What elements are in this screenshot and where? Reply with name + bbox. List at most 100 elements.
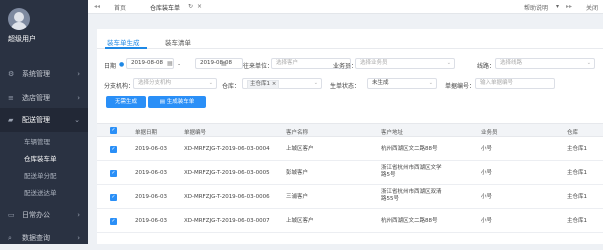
cell-sales: 小号 <box>481 146 493 152</box>
route-label: 线路： <box>477 63 496 70</box>
cell-customer: 上城区客户 <box>286 218 314 224</box>
chevron-right-icon: › <box>77 211 80 219</box>
bars-icon: ≡ <box>8 94 14 102</box>
chevron-right-icon: › <box>77 94 80 102</box>
cell-sales: 小号 <box>481 194 493 200</box>
table-header: ✓ 单据日期 单据编号 客户名称 客户地址 业务员 仓库 <box>97 123 603 137</box>
col-address[interactable]: 客户地址 <box>381 128 403 136</box>
chevron-down-icon: ⌄ <box>74 116 80 124</box>
table-row[interactable]: ✓ 2019-06-03 XD-MRFZJG-T-2019-06-03-0005… <box>97 161 603 185</box>
cell-warehouse: 主仓库1 <box>567 146 587 152</box>
back-icon[interactable]: ◂◂ <box>94 3 100 10</box>
sidebar-subitem-loading[interactable]: 仓库装车单 <box>24 153 57 163</box>
row-checkbox[interactable]: ✓ <box>110 218 117 225</box>
sidebar-subitem-assign[interactable]: 配送单分配 <box>24 170 57 180</box>
refresh-icon[interactable]: ↻ <box>188 3 193 10</box>
cell-date: 2019-06-03 <box>135 194 167 200</box>
sidebar-subitem-delivered[interactable]: 配送送达单 <box>24 187 57 197</box>
search-icon: ⌕ <box>8 233 12 242</box>
cell-address: 杭州西湖区文二路88号 <box>381 146 438 152</box>
tab-home[interactable]: 首页 <box>114 3 126 12</box>
row-checkbox[interactable]: ✓ <box>110 194 117 201</box>
cell-customer: 上城区客户 <box>286 146 314 152</box>
calendar-icon[interactable]: ▦ <box>221 60 227 67</box>
status-label: 生单状态： <box>330 83 361 90</box>
sidebar-item-store[interactable]: ≡ 选店管理 › <box>0 86 88 110</box>
cell-warehouse: 主仓库1 <box>567 194 587 200</box>
cell-date: 2019-06-03 <box>135 170 167 176</box>
calendar-icon[interactable]: ▦ <box>167 60 173 67</box>
col-customer[interactable]: 客户名称 <box>286 128 308 136</box>
route-select[interactable]: 选择线路 ⌄ <box>495 58 595 69</box>
table-row[interactable]: ✓ 2019-06-03 XD-MRFZJG-T-2019-06-03-0006… <box>97 185 603 209</box>
cell-address: 浙江省杭州市西湖区文学路5号 <box>381 165 442 178</box>
chevron-down-icon: ⌄ <box>208 80 213 86</box>
date-separator: - <box>178 61 181 68</box>
chevron-down-icon: ▾ <box>556 3 560 10</box>
sidebar-item-label: 数据查询 <box>22 234 50 242</box>
tab-generate[interactable]: 装车单生成 <box>107 37 140 47</box>
avatar[interactable] <box>8 8 30 30</box>
warehouse-label: 仓库： <box>222 83 241 90</box>
tab-loading-order[interactable]: 仓库装车单 <box>150 3 180 12</box>
cell-billno: XD-MRFZJG-T-2019-06-03-0005 <box>184 170 270 176</box>
select-all-checkbox[interactable]: ✓ <box>110 127 117 134</box>
cell-date: 2019-06-03 <box>135 146 167 152</box>
col-billno[interactable]: 单据编号 <box>184 128 206 136</box>
close-icon[interactable]: × <box>197 3 202 10</box>
no-generate-button[interactable]: 无需生成 <box>106 96 146 108</box>
org-label: 往来单位： <box>243 63 274 70</box>
date-label: 日期 <box>104 63 117 70</box>
branch-select[interactable]: 选择分支机构 ⌄ <box>133 78 217 89</box>
cell-warehouse: 主仓库1 <box>567 218 587 224</box>
sidebar-item-label: 日常办公 <box>22 211 50 219</box>
forward-icon[interactable]: ▸▸ <box>566 3 572 10</box>
chevron-down-icon: ⌄ <box>586 60 591 66</box>
close-tab-button[interactable]: 关闭 <box>586 3 598 12</box>
cell-address: 浙江省杭州市西湖区双清路55号 <box>381 189 442 202</box>
warehouse-tag: 主仓库1 × <box>247 80 280 89</box>
table-row[interactable]: ✓ 2019-06-03 XD-MRFZJG-T-2019-06-03-0004… <box>97 137 603 161</box>
tab-list[interactable]: 装车清单 <box>165 37 191 47</box>
chevron-down-icon: ⌄ <box>446 60 451 66</box>
sidebar-item-system[interactable]: ⚙ 系统管理 › <box>0 62 88 86</box>
gear-icon: ⚙ <box>8 70 15 78</box>
date-to-input[interactable]: 2019-08-08 <box>195 58 243 69</box>
row-checkbox[interactable]: ✓ <box>110 170 117 177</box>
col-warehouse[interactable]: 仓库 <box>567 128 578 136</box>
cell-warehouse: 主仓库1 <box>567 170 587 176</box>
truck-icon: ▰ <box>8 116 14 124</box>
sidebar-subitem-vehicle[interactable]: 车辆管理 <box>24 136 50 146</box>
status-select[interactable]: 未生成 ⌄ <box>367 78 437 89</box>
tab-underline <box>105 47 147 49</box>
generate-button[interactable]: ▤ 生成装车单 <box>148 96 206 108</box>
cell-customer: 彭城客户 <box>286 170 309 176</box>
cell-billno: XD-MRFZJG-T-2019-06-03-0004 <box>184 146 270 152</box>
warehouse-select[interactable]: 主仓库1 × ⌄ <box>242 78 322 89</box>
billno-label: 单据编号： <box>445 83 476 90</box>
cell-billno: XD-MRFZJG-T-2019-06-03-0007 <box>184 218 270 224</box>
col-sales[interactable]: 业务员 <box>481 128 498 136</box>
sidebar-item-delivery[interactable]: ▰ 配送管理 ⌄ <box>0 108 88 132</box>
topbar: ◂◂ 首页 仓库装车单 ↻ × 帮助说明 ▾ ▸▸ 关闭 <box>88 0 603 14</box>
cell-sales: 小号 <box>481 218 493 224</box>
help-link[interactable]: 帮助说明 <box>524 3 548 12</box>
branch-label: 分支机构： <box>104 83 135 90</box>
row-checkbox[interactable]: ✓ <box>110 146 117 153</box>
chevron-down-icon: ⌄ <box>428 80 433 86</box>
sales-select[interactable]: 选择业务员 ⌄ <box>355 58 455 69</box>
sidebar-item-label: 系统管理 <box>22 70 50 78</box>
billno-input[interactable]: 输入单据编号 <box>475 78 555 89</box>
sidebar-item-label: 配送管理 <box>22 116 50 124</box>
sidebar: 超级用户 ⚙ 系统管理 › ≡ 选店管理 › ▰ 配送管理 ⌄ 车辆管理 仓库装… <box>0 0 88 244</box>
cell-customer: 三浦客户 <box>286 194 309 200</box>
main-panel: 装车单生成 装车清单 日期 ● 2019-08-08 ▦ - 2019-08-0… <box>97 29 603 244</box>
chevron-right-icon: › <box>77 234 80 242</box>
cell-billno: XD-MRFZJG-T-2019-06-03-0006 <box>184 194 270 200</box>
sidebar-item-office[interactable]: ▭ 日常办公 › <box>0 203 88 227</box>
col-date[interactable]: 单据日期 <box>135 128 157 136</box>
table-row[interactable]: ✓ 2019-06-03 XD-MRFZJG-T-2019-06-03-0007… <box>97 209 603 233</box>
username: 超级用户 <box>8 35 36 43</box>
cell-sales: 小号 <box>481 170 493 176</box>
sidebar-item-query[interactable]: ⌕ 数据查询 › <box>0 226 88 250</box>
